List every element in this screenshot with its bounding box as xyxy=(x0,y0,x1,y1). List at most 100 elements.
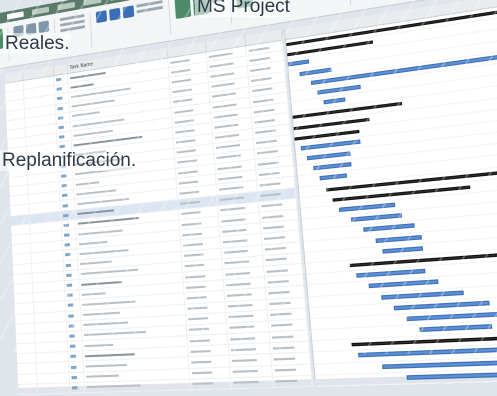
task-id xyxy=(18,384,39,394)
task-id xyxy=(16,343,37,354)
task-start[interactable] xyxy=(226,321,270,334)
task-id xyxy=(12,263,33,274)
task-duration[interactable] xyxy=(190,378,232,390)
task-mode-icon xyxy=(68,351,84,362)
task-bar[interactable] xyxy=(356,268,426,278)
task-finish[interactable] xyxy=(270,341,310,354)
caption-reales: Reales. xyxy=(3,33,72,54)
task-bar[interactable] xyxy=(382,245,424,254)
task-finish[interactable] xyxy=(268,319,308,332)
task-mode-icon xyxy=(63,249,78,260)
task-wbs xyxy=(36,362,70,373)
copy-icon[interactable] xyxy=(38,20,50,34)
task-finish[interactable] xyxy=(269,330,309,343)
task-finish[interactable] xyxy=(266,297,307,310)
ribbon-tab[interactable] xyxy=(57,1,75,11)
task-bar[interactable] xyxy=(363,223,415,233)
task-id xyxy=(15,323,36,334)
font-controls[interactable] xyxy=(59,14,86,33)
task-bar[interactable] xyxy=(287,59,310,67)
caption-title: MS Project xyxy=(195,0,292,17)
task-id xyxy=(12,243,32,255)
task-finish[interactable] xyxy=(272,364,312,376)
task-id xyxy=(13,273,33,284)
task-bar[interactable] xyxy=(368,279,439,289)
task-id xyxy=(14,303,35,314)
ribbon-group-properties xyxy=(295,0,352,14)
task-wbs xyxy=(37,383,71,394)
task-mode-icon xyxy=(68,361,85,372)
task-bar[interactable] xyxy=(319,173,348,181)
task-mode-icon xyxy=(67,341,83,352)
task-id xyxy=(14,293,34,304)
task-mode-icon xyxy=(64,279,80,291)
task-finish[interactable] xyxy=(267,308,308,321)
task-mode-icon xyxy=(64,269,80,281)
task-bar[interactable] xyxy=(323,97,346,105)
task-finish[interactable] xyxy=(271,353,311,365)
task-id xyxy=(16,353,37,364)
ribbon-tab[interactable] xyxy=(6,11,24,20)
task-duration[interactable] xyxy=(188,345,230,357)
schedule-controls[interactable] xyxy=(136,0,163,14)
task-bar[interactable] xyxy=(419,324,493,333)
task-mode-icon xyxy=(59,180,75,191)
task-start[interactable] xyxy=(226,310,269,323)
task-duration[interactable] xyxy=(186,323,228,336)
task-bar[interactable] xyxy=(406,370,497,380)
task-mode-icon xyxy=(67,330,83,341)
task-bar[interactable] xyxy=(406,311,497,322)
gantt-chart xyxy=(283,0,497,387)
task-id xyxy=(17,373,38,384)
task-bar[interactable] xyxy=(299,67,332,76)
task-duration[interactable] xyxy=(189,367,231,379)
task-id xyxy=(15,313,35,324)
task-id xyxy=(15,333,36,344)
task-wbs xyxy=(34,321,68,333)
task-mode-icon xyxy=(69,372,85,383)
task-id xyxy=(12,253,32,265)
task-mode-icon xyxy=(62,229,77,241)
task-name[interactable] xyxy=(84,379,192,393)
task-start[interactable] xyxy=(228,343,272,356)
progress-icon[interactable] xyxy=(95,10,108,24)
task-bar[interactable] xyxy=(350,213,403,223)
task-wbs xyxy=(35,331,68,343)
task-bar[interactable] xyxy=(338,202,396,213)
task-mode-icon xyxy=(66,320,82,331)
task-start[interactable] xyxy=(230,365,273,378)
task-start[interactable] xyxy=(229,354,273,367)
grid-rows xyxy=(4,40,313,395)
task-wbs xyxy=(37,372,70,384)
task-mode-icon xyxy=(69,382,86,393)
indent-icon[interactable] xyxy=(109,7,121,21)
manually-schedule-icon[interactable] xyxy=(174,0,192,20)
task-duration[interactable] xyxy=(185,312,227,325)
task-bar[interactable] xyxy=(358,347,497,358)
task-bar[interactable] xyxy=(306,151,351,161)
task-mode-icon xyxy=(61,219,77,231)
task-bar[interactable] xyxy=(313,162,352,171)
task-grid: Task Name xyxy=(4,29,313,395)
task-duration[interactable] xyxy=(187,334,229,346)
gantt-rows xyxy=(285,0,497,387)
task-start[interactable] xyxy=(231,376,274,389)
task-mode-icon xyxy=(65,290,81,301)
task-bar[interactable] xyxy=(381,289,464,300)
task-id xyxy=(11,234,31,245)
task-duration[interactable] xyxy=(188,356,231,368)
task-bar[interactable] xyxy=(375,234,422,243)
task-bar[interactable] xyxy=(393,300,490,311)
task-wbs xyxy=(34,311,67,323)
link-icon[interactable] xyxy=(122,5,135,19)
task-mode-icon xyxy=(61,209,76,221)
ribbon-tab[interactable] xyxy=(31,6,50,16)
task-mode-icon xyxy=(65,300,81,311)
task-mode-icon xyxy=(66,310,82,321)
task-mode-icon xyxy=(60,200,76,211)
task-start[interactable] xyxy=(227,332,271,345)
caption-replanificacion: Replanificación. xyxy=(0,150,139,171)
task-mode-icon xyxy=(60,190,75,201)
task-finish[interactable] xyxy=(273,375,313,387)
ribbon-group-schedule xyxy=(95,0,172,47)
